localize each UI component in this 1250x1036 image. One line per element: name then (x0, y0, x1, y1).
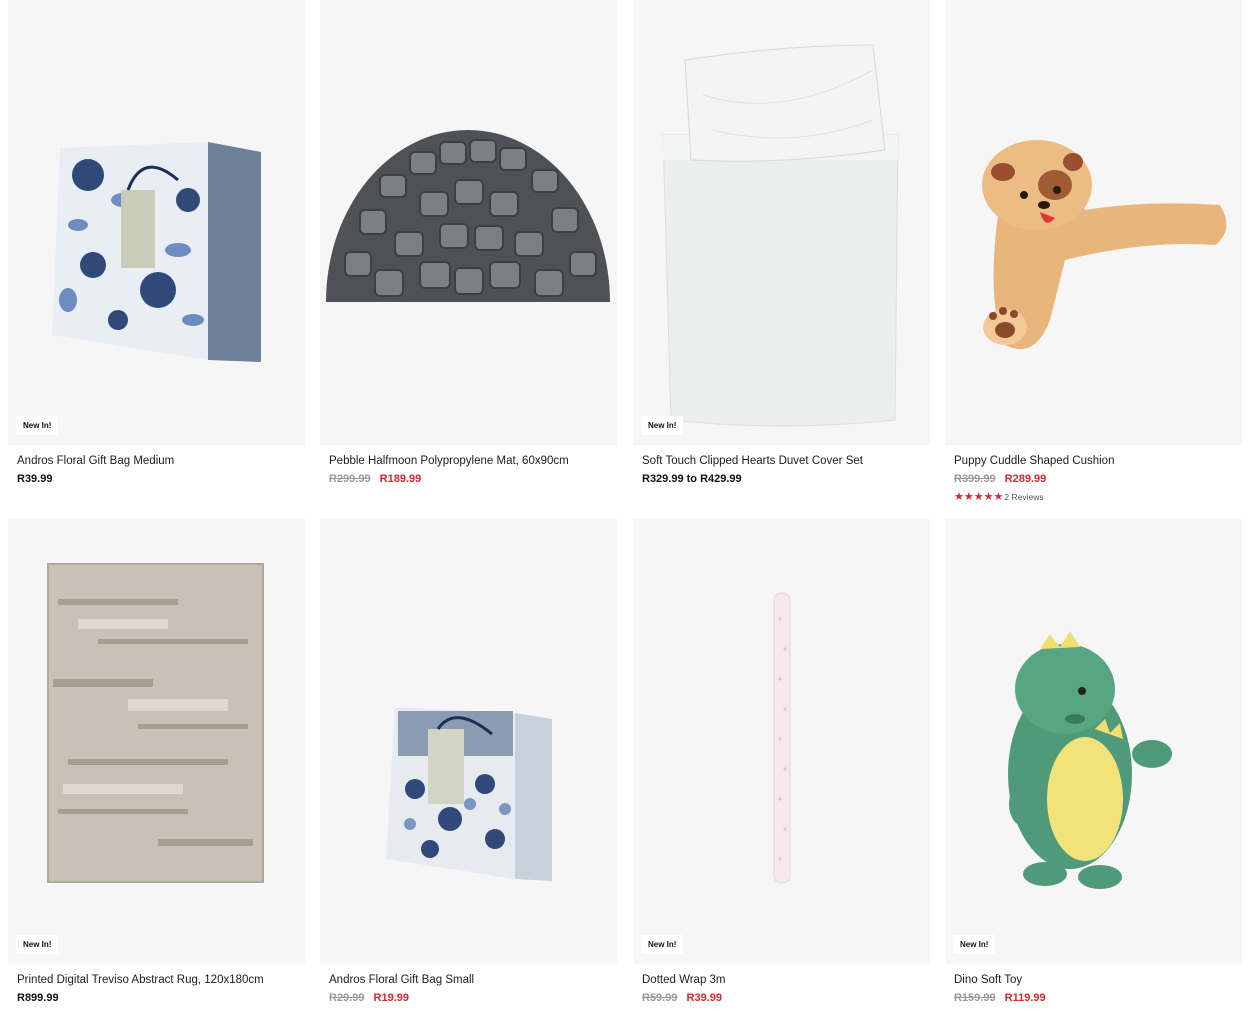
product-image[interactable] (320, 0, 617, 445)
price-row: R59.99 R39.99 (642, 992, 930, 1006)
sale-price: R119.99 (1004, 992, 1046, 1004)
dino-toy-image (1008, 631, 1172, 889)
product-card[interactable]: New In! Dotted Wrap 3m R59.99 R39.99 (633, 519, 930, 1006)
sale-price: R19.99 (373, 992, 410, 1004)
product-image[interactable]: New In! (633, 519, 930, 964)
product-card[interactable]: Andros Floral Gift Bag Small R29.99 R19.… (320, 519, 617, 1006)
product-image[interactable]: New In! (8, 519, 305, 964)
product-title[interactable]: Dotted Wrap 3m (642, 974, 922, 986)
was-price: R399.99 (954, 473, 996, 485)
product-image[interactable]: New In! (945, 519, 1242, 964)
new-in-badge: New In! (16, 416, 59, 435)
product-title[interactable]: Dino Soft Toy (954, 974, 1234, 986)
abstract-rug-image (47, 563, 264, 883)
product-image[interactable]: New In! (633, 0, 930, 445)
new-in-badge: New In! (641, 935, 684, 954)
price-row: R29.99 R19.99 (329, 992, 617, 1006)
price-row: R329.99 to R429.99 (642, 473, 930, 487)
was-price: R159.99 (954, 992, 996, 1004)
product-card[interactable]: New In! Andros Floral Gift Bag Medium R3… (8, 0, 305, 487)
price-row: R39.99 (17, 473, 305, 487)
sale-price: R289.99 (1004, 473, 1047, 485)
small-gift-bag-image (386, 707, 552, 881)
product-title[interactable]: Puppy Cuddle Shaped Cushion (954, 455, 1234, 467)
floral-gift-bag-image (52, 142, 261, 362)
product-title[interactable]: Soft Touch Clipped Hearts Duvet Cover Se… (642, 455, 922, 467)
product-title[interactable]: Andros Floral Gift Bag Medium (17, 455, 297, 467)
product-card[interactable]: New In! Printed Digital Treviso Abstract… (8, 519, 305, 1006)
puppy-cushion-image (982, 140, 1227, 350)
wrap-roll-image (773, 592, 791, 884)
product-image[interactable] (320, 519, 617, 964)
star-icon: ★ (993, 490, 1004, 503)
star-icon: ★ (983, 490, 994, 503)
was-price: R59.99 (642, 992, 678, 1004)
new-in-badge: New In! (16, 935, 59, 954)
price: R899.99 (17, 992, 59, 1004)
new-in-badge: New In! (953, 935, 996, 954)
duvet-cover-image (662, 44, 899, 427)
sale-price: R189.99 (379, 473, 422, 485)
price-row: R899.99 (17, 992, 305, 1006)
product-image[interactable]: New In! (8, 0, 305, 445)
price-row: R299.99 R189.99 (329, 473, 617, 487)
was-price: R299.99 (329, 473, 371, 485)
product-grid: New In! Andros Floral Gift Bag Medium R3… (0, 0, 1250, 1036)
star-icon: ★ (963, 490, 974, 503)
rating[interactable]: ★ ★ ★ ★ ★ 2 Reviews (954, 491, 1242, 503)
sale-price: R39.99 (686, 992, 723, 1004)
product-card[interactable]: Puppy Cuddle Shaped Cushion R399.99 R289… (945, 0, 1242, 503)
product-card[interactable]: Pebble Halfmoon Polypropylene Mat, 60x90… (320, 0, 617, 487)
was-price: R29.99 (329, 992, 365, 1004)
halfmoon-mat-image (326, 130, 610, 302)
price: R39.99 (17, 473, 53, 485)
price: R329.99 to R429.99 (642, 473, 742, 485)
product-image[interactable] (945, 0, 1242, 445)
product-title[interactable]: Pebble Halfmoon Polypropylene Mat, 60x90… (329, 455, 609, 467)
star-icon: ★ (954, 490, 964, 503)
price-row: R399.99 R289.99 (954, 473, 1242, 487)
star-icon: ★ (973, 490, 984, 503)
product-title[interactable]: Printed Digital Treviso Abstract Rug, 12… (17, 974, 297, 986)
product-card[interactable]: New In! Soft Touch Clipped Hearts Duvet … (633, 0, 930, 487)
review-count[interactable]: 2 Reviews (1004, 492, 1043, 502)
price-row: R159.99 R119.99 (954, 992, 1242, 1006)
product-card[interactable]: New In! Dino Soft Toy R159.99 R119.99 (945, 519, 1242, 1006)
new-in-badge: New In! (641, 416, 684, 435)
product-title[interactable]: Andros Floral Gift Bag Small (329, 974, 609, 986)
